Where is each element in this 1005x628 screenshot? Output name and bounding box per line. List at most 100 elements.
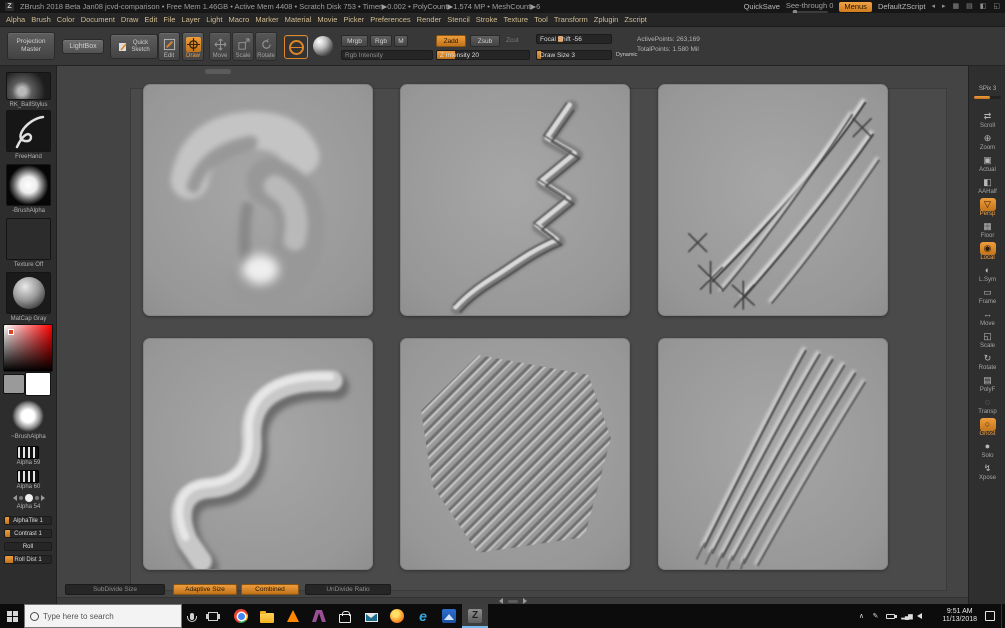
main-color-swatch[interactable] <box>25 372 51 396</box>
m-button[interactable]: M <box>394 35 408 47</box>
lsym-button[interactable]: ◐ L.Sym <box>972 264 1004 283</box>
menu-item[interactable]: Light <box>206 15 222 24</box>
subdivide-size-slider[interactable]: SubDivide Size <box>65 584 165 595</box>
actual-button[interactable]: ▣ Actual <box>972 154 1004 173</box>
draw-size-slider[interactable]: Draw Size 3 <box>536 50 612 60</box>
browser-icon[interactable] <box>384 604 410 628</box>
mic-button[interactable] <box>182 604 202 628</box>
alphatile-slider[interactable]: AlphaTile 1 <box>4 516 52 525</box>
doc-icon[interactable]: ▤ <box>966 0 973 13</box>
solo-button[interactable]: ● Solo <box>972 440 1004 459</box>
zoom-button[interactable]: ⊕ Zoom <box>972 132 1004 151</box>
zcut-button[interactable]: Zcut <box>506 37 519 44</box>
current-alpha-thumbnail[interactable] <box>6 164 51 206</box>
see-through-slider[interactable]: See-through 0 <box>786 1 833 14</box>
menu-item[interactable]: Tool <box>534 15 548 24</box>
scale-button[interactable]: Scale <box>232 32 254 61</box>
brush-preview-button[interactable] <box>284 35 308 59</box>
xpose-button[interactable]: ↯ Xpose <box>972 462 1004 481</box>
search-input[interactable] <box>43 611 163 621</box>
menu-item[interactable]: Material <box>285 15 312 24</box>
edit-button[interactable]: Edit <box>158 32 180 61</box>
canvas-horizontal-scrollbar[interactable] <box>57 597 968 604</box>
canvas-snapshot-curved-strokes[interactable] <box>658 338 888 570</box>
file-explorer-icon[interactable] <box>254 604 280 628</box>
menu-item[interactable]: Brush <box>31 15 51 24</box>
roll-dist-slider[interactable]: Roll Dist 1 <box>4 555 52 564</box>
menu-item[interactable]: Macro <box>228 15 249 24</box>
roll-button[interactable]: Roll <box>4 542 52 551</box>
canvas-snapshot-thick-blobs[interactable] <box>143 84 373 316</box>
color-picker[interactable] <box>3 324 53 372</box>
chrome-icon[interactable] <box>228 604 254 628</box>
next-alpha-icon[interactable] <box>40 495 45 501</box>
combined-button[interactable]: Combined <box>241 584 299 595</box>
menu-item[interactable]: File <box>163 15 175 24</box>
menus-button[interactable]: Menus <box>839 1 872 12</box>
undivide-ratio-slider[interactable]: UnDivide Ratio <box>305 584 391 595</box>
menu-item[interactable]: Layer <box>181 15 200 24</box>
alpha-selector-row[interactable] <box>0 494 57 502</box>
store-icon[interactable] <box>332 604 358 628</box>
show-desktop-button[interactable] <box>1001 604 1005 628</box>
default-zscript-button[interactable]: DefaultZScript <box>878 2 926 11</box>
menu-item[interactable]: Draw <box>121 15 139 24</box>
persp-button[interactable]: ▽ Persp <box>972 198 1004 217</box>
move-button[interactable]: ↔ Move <box>972 308 1004 327</box>
dynamic-label[interactable]: Dynamic <box>616 52 637 58</box>
volume-icon[interactable] <box>917 613 923 619</box>
alpha-dot-icon[interactable] <box>34 496 39 500</box>
lightbox-button[interactable]: LightBox <box>62 39 104 54</box>
menu-item[interactable]: Zscript <box>624 15 647 24</box>
current-stroke-thumbnail[interactable] <box>6 110 51 152</box>
menu-item[interactable]: Color <box>57 15 75 24</box>
menu-item[interactable]: Zplugin <box>594 15 619 24</box>
taskbar-clock[interactable]: 9:51 AM 11/13/2018 <box>942 608 977 624</box>
alpha-59-thumbnail[interactable] <box>17 446 39 459</box>
rotate-button[interactable]: Rotate <box>255 32 277 61</box>
menu-item[interactable]: Stencil <box>447 15 470 24</box>
quick-sketch-button[interactable]: Quick Sketch <box>110 34 158 59</box>
floor-button[interactable]: ▦ Floor <box>972 220 1004 239</box>
brush-alpha-thumbnail[interactable] <box>12 400 44 432</box>
secondary-color-swatch[interactable] <box>3 374 25 394</box>
adaptive-size-button[interactable]: Adaptive Size <box>173 584 237 595</box>
menu-item[interactable]: Stroke <box>476 15 498 24</box>
gradient-sphere-icon[interactable] <box>313 36 333 56</box>
contrast-slider[interactable]: Contrast 1 <box>4 529 52 538</box>
battery-icon[interactable] <box>886 613 898 619</box>
menu-item[interactable]: Preferences <box>370 15 410 24</box>
panel-icon[interactable]: ◧ <box>980 0 987 13</box>
selected-alpha-dot-icon[interactable] <box>24 494 33 502</box>
zadd-button[interactable]: Zadd <box>436 35 466 47</box>
mrgb-button[interactable]: Mrgb <box>341 35 368 47</box>
canvas-area[interactable]: SubDivide Size Adaptive Size Combined Un… <box>57 66 968 604</box>
canvas-snapshot-s-curve[interactable] <box>143 338 373 570</box>
edge-icon[interactable] <box>410 604 436 628</box>
projection-master-button[interactable]: Projection Master <box>7 32 55 60</box>
menu-item[interactable]: Document <box>81 15 115 24</box>
aahalf-button[interactable]: ◧ AAHalf <box>972 176 1004 195</box>
vlc-icon[interactable] <box>280 604 306 628</box>
menu-item[interactable]: Edit <box>144 15 157 24</box>
hidden-icons-chevron[interactable]: ∧ <box>854 612 868 620</box>
prev-alpha-icon[interactable] <box>12 495 17 501</box>
screen-icon[interactable]: ◱ <box>993 0 1000 13</box>
scrollbar-thumb[interactable] <box>507 599 518 603</box>
ghost-button[interactable]: ○ Ghost <box>972 418 1004 437</box>
frame-button[interactable]: ▭ Frame <box>972 286 1004 305</box>
menu-item[interactable]: Alpha <box>6 15 25 24</box>
alpha-dot-icon[interactable] <box>18 496 23 500</box>
zbrush-icon[interactable] <box>462 604 488 628</box>
photos-icon[interactable] <box>436 604 462 628</box>
transp-button[interactable]: ◌ Transp <box>972 396 1004 415</box>
draw-button[interactable]: Draw <box>182 32 204 61</box>
grid-icon[interactable]: ▦ <box>953 0 960 13</box>
spix-slider[interactable] <box>974 96 1001 99</box>
current-brush-thumbnail[interactable] <box>6 72 51 100</box>
canvas-snapshot-zigzag-ribbon[interactable] <box>400 84 630 316</box>
nav-left-icon[interactable]: ◂ <box>931 0 935 13</box>
quicksave-button[interactable]: QuickSave <box>744 2 780 11</box>
alpha-60-thumbnail[interactable] <box>17 470 39 483</box>
focal-shift-slider[interactable]: Focal Shift -56 <box>536 34 612 44</box>
